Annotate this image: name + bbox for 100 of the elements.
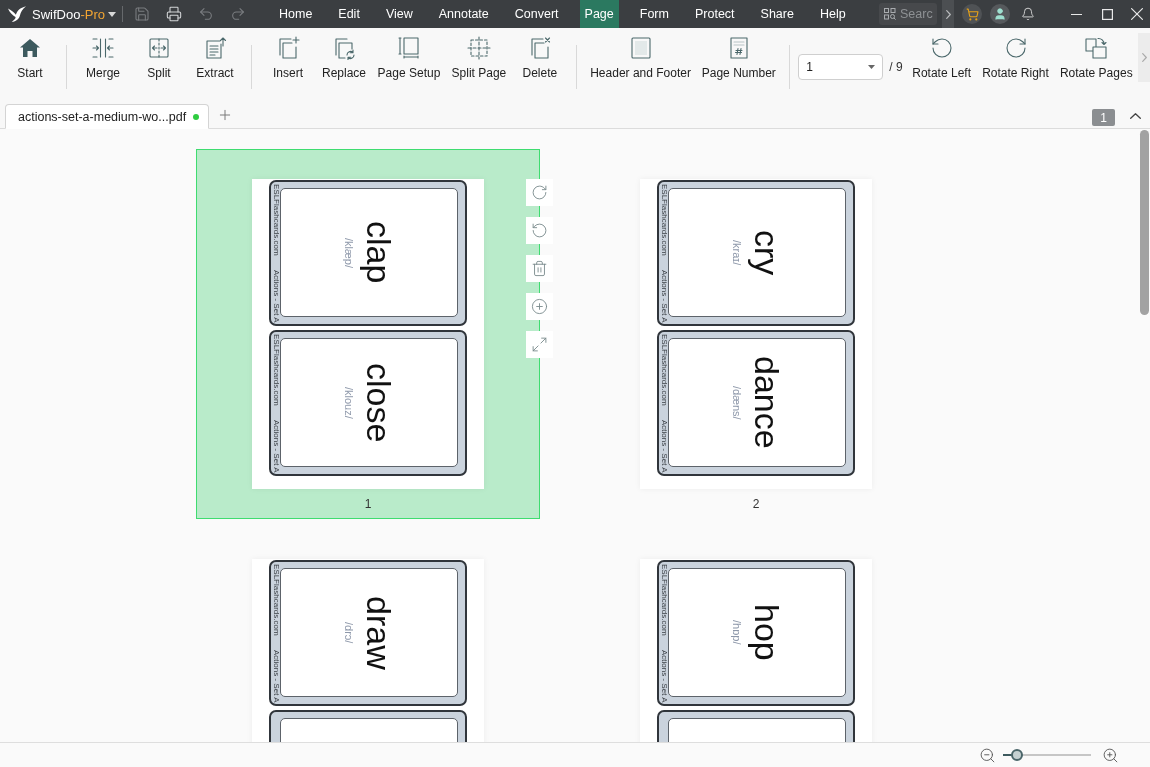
set-label-text: Actions - Set A [659, 269, 668, 322]
rotate-left-button[interactable]: Rotate Left [906, 36, 977, 80]
account-button[interactable] [990, 4, 1010, 24]
counterclockwise-arrow-icon [531, 222, 548, 239]
site-credit-text: ESLFlashcards.com [659, 184, 668, 256]
menu-tab[interactable]: Edit [333, 0, 365, 28]
print-button[interactable] [165, 4, 183, 24]
trash-icon [531, 260, 548, 277]
set-label-text: Actions - Set A [271, 649, 280, 702]
undo-icon [198, 6, 214, 22]
page-total-text: / 9 [889, 60, 903, 74]
flashcard-word: cry [749, 229, 784, 276]
page-sheet[interactable]: ESLFlashcards.com Actions - Set A /kraɪ/ cry ESLFlashcards.com Actions - Set A /dæns/ dance [640, 179, 872, 489]
chevron-up-icon [1129, 113, 1141, 119]
flashcard-word: clap [361, 221, 396, 284]
bird-logo-icon [8, 6, 26, 22]
flashcard-word: dance [749, 356, 784, 449]
zoom-in-icon [1101, 746, 1119, 764]
page-sheet[interactable]: ESLFlashcards.com Actions - Set A /hɒp/ hop [640, 559, 872, 742]
close-icon [1130, 8, 1143, 20]
counterclockwise-arrow-icon [929, 36, 954, 60]
clockwise-arrow-icon [531, 184, 548, 201]
dashed-page-icon [466, 36, 491, 60]
flashcard-word: draw [361, 595, 396, 670]
menu-tab[interactable]: Annotate [433, 0, 494, 28]
page-number-label: 2 [752, 497, 760, 511]
page-number-label: 1 [364, 497, 372, 511]
set-label-text: Actions - Set A [271, 269, 280, 322]
rotate-right-button[interactable] [526, 179, 553, 206]
split-page-button[interactable]: Split Page [445, 36, 512, 80]
site-credit-text: ESLFlashcards.com [659, 564, 668, 636]
split-button[interactable]: Split [131, 36, 187, 80]
caret-down-icon [868, 65, 876, 69]
menu-tab[interactable]: Home [274, 0, 318, 28]
expand-button[interactable] [526, 331, 553, 358]
menu-tab[interactable]: Form [634, 0, 674, 28]
phonetic-text: /hɒp/ [730, 620, 742, 645]
zoom-in-button[interactable] [1101, 746, 1119, 764]
set-label-text: Actions - Set A [659, 649, 668, 702]
merge-button[interactable]: Merge [75, 36, 131, 80]
phonetic-text: /drɔ/ [342, 621, 354, 644]
search-icon [884, 8, 896, 20]
outward-arrows-icon [147, 36, 171, 60]
zoom-out-button[interactable] [978, 746, 996, 764]
menu-tab[interactable]: View [380, 0, 418, 28]
app-name: SwifDoo-Pro [32, 6, 105, 22]
clockwise-arrow-icon [1003, 36, 1028, 60]
rotate-left-button[interactable] [526, 217, 553, 244]
minimize-icon [1071, 13, 1082, 15]
extract-button[interactable]: Extract [187, 36, 243, 80]
flashcard-word: hop [749, 604, 784, 661]
phonetic-text: /dæns/ [730, 385, 742, 420]
rotate-pages-button[interactable]: Rotate Pages [1054, 36, 1139, 80]
start-button[interactable]: Start [2, 36, 58, 80]
chevron-right-icon [945, 9, 951, 19]
phonetic-text: /klouz/ [342, 386, 354, 419]
flashcard-word: close [361, 362, 396, 443]
printer-icon [166, 6, 182, 22]
bell-icon [1021, 7, 1035, 21]
site-credit-text: ESLFlashcards.com [271, 334, 280, 406]
menu-tab[interactable]: Protect [689, 0, 740, 28]
site-credit-text: ESLFlashcards.com [659, 334, 668, 406]
menu-tab[interactable]: Help [814, 0, 851, 28]
site-credit-text: ESLFlashcards.com [271, 564, 280, 636]
cart-button[interactable] [962, 4, 982, 24]
slider-thumb[interactable] [1011, 749, 1024, 761]
header-footer-button[interactable]: Header and Footer [584, 36, 697, 80]
page-sheet[interactable]: ESLFlashcards.com Actions - Set A /klæp/ clap ESLFlashcards.com Actions - Set A /klouz/ close [252, 179, 484, 489]
search-field[interactable]: Searc [879, 3, 937, 25]
site-credit-text: ESLFlashcards.com [271, 184, 280, 256]
document-tab[interactable]: actions-set-a-medium-wo...pdf [5, 104, 210, 129]
menu-tab[interactable]: Share [755, 0, 799, 28]
house-icon [18, 36, 42, 60]
set-label-text: Actions - Set A [271, 419, 280, 472]
more-button[interactable] [942, 0, 954, 28]
page-select-field[interactable]: 1 [798, 54, 884, 80]
selected-page-highlight[interactable]: ESLFlashcards.com Actions - Set A /klæp/ clap ESLFlashcards.com Actions - Set A /klouz/ close 1 [196, 149, 540, 519]
rotate-right-button[interactable]: Rotate Right [976, 36, 1055, 80]
menu-tab[interactable]: Page [579, 0, 619, 28]
plus-circle-icon [531, 298, 548, 315]
page-ruler-icon [396, 36, 421, 60]
page-setup-button[interactable]: Page Setup [372, 36, 446, 80]
person-icon [993, 7, 1007, 21]
delete-page-button[interactable] [526, 255, 553, 282]
insert-button[interactable]: Insert [260, 36, 316, 80]
diagonal-arrows-icon [531, 336, 548, 353]
set-label-text: Actions - Set A [659, 419, 668, 472]
page-sheet[interactable]: ESLFlashcards.com Actions - Set A /drɔ/ draw [252, 559, 484, 742]
menu-tab[interactable]: Convert [509, 0, 564, 28]
replace-button[interactable]: Replace [316, 36, 372, 80]
phonetic-text: /klæp/ [342, 237, 354, 268]
phonetic-text: /kraɪ/ [730, 239, 742, 266]
zoom-out-icon [978, 746, 996, 764]
chevron-right-icon [1141, 53, 1147, 62]
page-number-button[interactable]: Page Number [696, 36, 782, 80]
insert-page-button[interactable] [526, 293, 553, 320]
inward-arrows-icon [91, 36, 115, 60]
pages-refresh-icon [332, 36, 356, 60]
scrollbar-thumb[interactable] [1140, 130, 1149, 315]
delete-button[interactable]: Delete [511, 36, 568, 80]
